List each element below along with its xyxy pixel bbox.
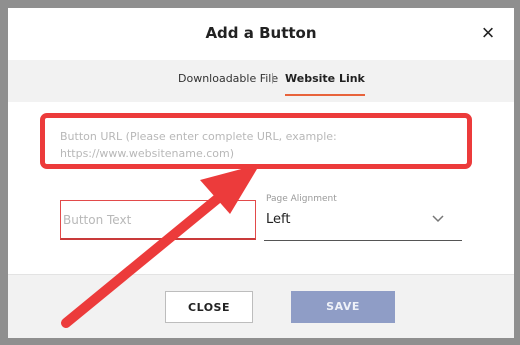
- page-alignment-label: Page Alignment: [266, 194, 337, 204]
- dialog-header: Add a Button ×: [8, 8, 514, 60]
- dialog-title: Add a Button: [205, 24, 317, 42]
- tab-downloadable-file[interactable]: Downloadable File: [178, 72, 278, 85]
- page-alignment-value: Left: [266, 212, 291, 227]
- tab-website-link[interactable]: Website Link: [285, 72, 365, 96]
- button-text-placeholder: Button Text: [63, 213, 132, 227]
- tab-separator: |: [271, 72, 274, 84]
- page-alignment-select[interactable]: Page Alignment Left: [264, 194, 462, 241]
- close-button[interactable]: CLOSE: [165, 291, 253, 323]
- chevron-down-icon: [432, 215, 444, 223]
- save-button[interactable]: SAVE: [291, 291, 395, 323]
- button-text-input[interactable]: Button Text: [60, 200, 256, 240]
- dialog-footer: CLOSE SAVE: [8, 274, 514, 338]
- annotation-highlight-box: [40, 113, 472, 169]
- add-button-dialog: Add a Button × Downloadable File | Websi…: [8, 8, 514, 338]
- close-icon[interactable]: ×: [478, 22, 498, 44]
- tab-bar: Downloadable File | Website Link: [8, 60, 514, 102]
